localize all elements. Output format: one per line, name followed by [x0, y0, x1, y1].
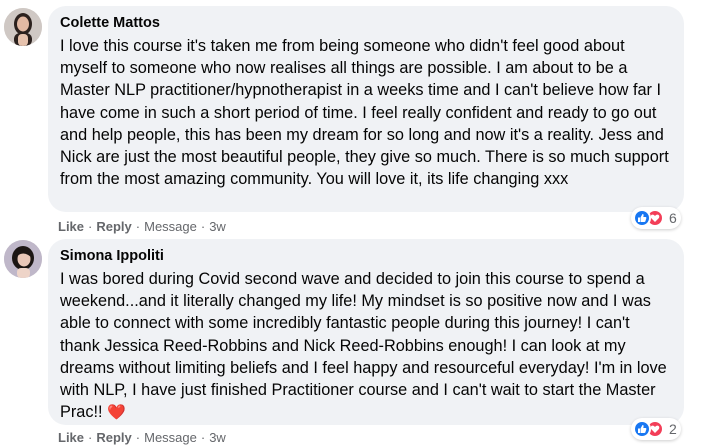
reaction-summary[interactable]: 2 [631, 418, 681, 440]
comment-timestamp[interactable]: 3w [209, 430, 226, 445]
comment-actions: Like · Reply · Message · 3w [58, 430, 226, 446]
separator: · [88, 430, 93, 445]
avatar[interactable] [4, 8, 42, 46]
comment-body: I was bored during Covid second wave and… [60, 270, 667, 422]
reaction-count: 6 [669, 210, 677, 226]
comment-bubble: Colette Mattos I love this course it's t… [48, 6, 684, 212]
separator: · [200, 219, 206, 234]
comment-timestamp[interactable]: 3w [209, 219, 226, 234]
avatar[interactable] [4, 240, 42, 278]
reply-button[interactable]: Reply [96, 430, 131, 445]
like-button[interactable]: Like [58, 430, 84, 445]
reply-button[interactable]: Reply [96, 219, 131, 234]
separator: · [200, 430, 206, 445]
reaction-count: 2 [669, 421, 677, 437]
separator: · [88, 219, 93, 234]
reaction-summary[interactable]: 6 [631, 207, 681, 229]
comment-bubble: Simona Ippoliti I was bored during Covid… [48, 239, 684, 425]
heart-emoji: ❤️ [107, 404, 126, 422]
like-button[interactable]: Like [58, 219, 84, 234]
separator: · [135, 430, 141, 445]
comment-actions: Like · Reply · Message · 3w [58, 219, 226, 235]
message-button[interactable]: Message [144, 219, 197, 234]
comment-author[interactable]: Colette Mattos [60, 14, 672, 32]
like-icon [633, 209, 651, 227]
comment-body: I love this course it's taken me from be… [60, 37, 669, 189]
comment-text: I was bored during Covid second wave and… [60, 268, 672, 424]
message-button[interactable]: Message [144, 430, 197, 445]
comment-text: I love this course it's taken me from be… [60, 35, 672, 190]
comment-author[interactable]: Simona Ippoliti [60, 247, 672, 265]
separator: · [135, 219, 141, 234]
like-icon [633, 420, 651, 438]
